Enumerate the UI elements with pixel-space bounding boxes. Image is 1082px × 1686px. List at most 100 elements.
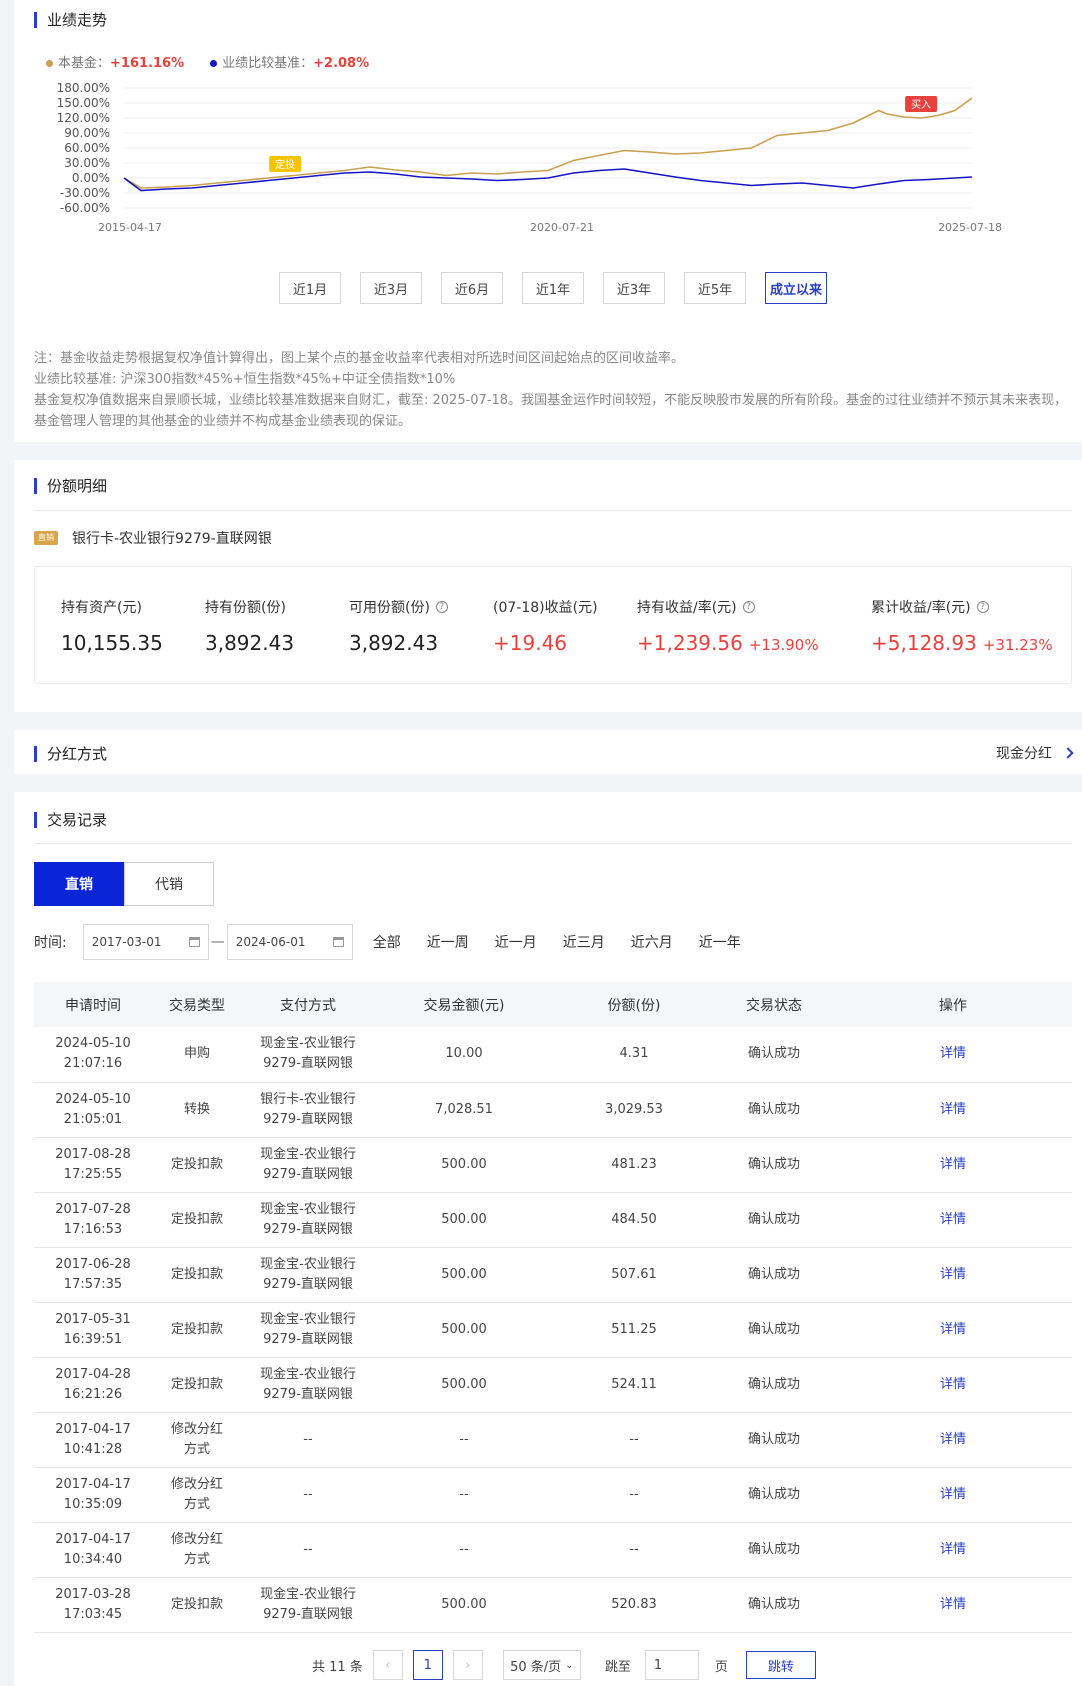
annotation-label: 买入 <box>911 99 931 111</box>
range-3m-button[interactable]: 近3月 <box>360 272 422 304</box>
bank-tag-icon: 直销 <box>34 531 58 545</box>
detail-link[interactable]: 详情 <box>834 1302 1072 1357</box>
table-cell: 定投扣款 <box>170 1156 223 1172</box>
quick-range-month[interactable]: 近一月 <box>495 932 537 952</box>
range-3y-button[interactable]: 近3年 <box>603 272 665 304</box>
table-cell: 2017-04-17 10:35:09 <box>55 1476 131 1512</box>
transactions-card: 交易记录 直销 代销 时间: 2017-03-01 — 2024-06-01 全… <box>14 792 1082 1686</box>
range-1y-button[interactable]: 近1年 <box>522 272 584 304</box>
detail-link[interactable]: 详情 <box>834 1412 1072 1467</box>
detail-link[interactable]: 详情 <box>834 1192 1072 1247</box>
range-all-button[interactable]: 成立以来 <box>765 272 827 304</box>
page-1-button[interactable]: 1 <box>412 1650 443 1680</box>
detail-link[interactable]: 详情 <box>834 1577 1072 1632</box>
table-cell: -- <box>459 1541 469 1557</box>
table-cell: 2017-03-28 17:03:45 <box>55 1586 131 1622</box>
table-cell: 修改分红 方式 <box>170 1476 223 1512</box>
tab-agency[interactable]: 代销 <box>124 862 214 906</box>
stat-shares: 持有份额(份) 3,892.43 <box>205 600 295 655</box>
table-cell: 2017-05-31 16:39:51 <box>55 1311 131 1347</box>
chevron-down-icon: ⌄ <box>565 1659 574 1671</box>
table-row: 2017-04-28 16:21:26 定投扣款 现金宝-农业银行 9279-直联网… <box>34 1357 1072 1412</box>
holding-stats: 持有资产(元) 10,155.35 持有份额(份) 3,892.43 可用份额(… <box>34 566 1072 684</box>
quick-range-3m[interactable]: 近三月 <box>563 932 605 952</box>
table-cell: -- <box>629 1541 639 1557</box>
table-cell: 507.61 <box>611 1266 657 1282</box>
quick-range-year[interactable]: 近一年 <box>699 932 741 952</box>
detail-link[interactable]: 详情 <box>834 1137 1072 1192</box>
dividend-title: 分红方式 <box>34 743 107 764</box>
detail-link[interactable]: 详情 <box>834 1522 1072 1577</box>
table-cell: 500.00 <box>441 1321 487 1337</box>
next-page-button[interactable]: › <box>452 1650 483 1680</box>
table-cell: 500.00 <box>441 1211 487 1227</box>
y-tick-label: 90.00% <box>64 126 110 140</box>
y-tick-label: 30.00% <box>64 156 110 170</box>
table-cell: 500.00 <box>441 1376 487 1392</box>
table-cell: 定投扣款 <box>170 1211 223 1227</box>
table-cell: -- <box>459 1431 469 1447</box>
table-cell: 现金宝-农业银行 9279-直联网银 <box>260 1036 356 1072</box>
dividend-method[interactable]: 现金分红 <box>996 743 1074 763</box>
detail-link[interactable]: 详情 <box>834 1467 1072 1522</box>
table-cell: 确认成功 <box>747 1266 800 1282</box>
legend-benchmark[interactable]: 业绩比较基准：+2.08% <box>210 52 369 71</box>
table-cell: 银行卡-农业银行 9279-直联网银 <box>260 1091 356 1127</box>
help-icon[interactable]: ? <box>976 601 989 613</box>
jump-page-input[interactable]: 1 <box>644 1650 699 1680</box>
performance-chart[interactable]: 180.00%150.00%120.00%90.00%60.00%30.00%0… <box>14 80 1082 260</box>
chart-notes: 注：基金收益走势根据复权净值计算得出，图上某个点的基金收益率代表相对所选时间区间… <box>34 351 1068 429</box>
legend-fund[interactable]: 本基金：+161.16% <box>46 52 184 71</box>
table-row: 2024-05-10 21:05:01 转换 银行卡-农业银行 9279-直联网银 7… <box>34 1082 1072 1137</box>
help-icon[interactable]: ? <box>435 601 448 613</box>
performance-title: 业绩走势 <box>34 9 107 30</box>
dividend-card[interactable]: 分红方式 现金分红 <box>14 730 1082 774</box>
tab-direct[interactable]: 直销 <box>34 862 124 906</box>
quick-range-week[interactable]: 近一周 <box>427 932 469 952</box>
time-filter: 时间: 2017-03-01 — 2024-06-01 全部 近一周 近一月 近… <box>34 924 741 960</box>
detail-link[interactable]: 详情 <box>834 1357 1072 1412</box>
detail-link[interactable]: 详情 <box>834 1247 1072 1302</box>
table-row: 2024-05-10 21:07:16 申购 现金宝-农业银行 9279-直联网银 1… <box>34 1027 1072 1082</box>
table-cell: 500.00 <box>441 1266 487 1282</box>
table-cell: 确认成功 <box>747 1376 800 1392</box>
table-row: 2017-04-17 10:35:09 修改分红 方式 -- -- -- 确认成功 详情 <box>34 1467 1072 1522</box>
quick-range-6m[interactable]: 近六月 <box>631 932 673 952</box>
range-5y-button[interactable]: 近5年 <box>684 272 746 304</box>
date-to-input[interactable]: 2024-06-01 <box>226 924 353 960</box>
table-row: 2017-08-28 17:25:55 定投扣款 现金宝-农业银行 9279-直联网… <box>34 1137 1072 1192</box>
table-cell: 2017-08-28 17:25:55 <box>55 1146 131 1182</box>
quick-range-all[interactable]: 全部 <box>373 932 401 952</box>
stat-available: 可用份额(份)? 3,892.43 <box>349 597 448 655</box>
table-cell: 确认成功 <box>747 1431 800 1447</box>
range-1m-button[interactable]: 近1月 <box>279 272 341 304</box>
jump-button[interactable]: 跳转 <box>745 1651 816 1679</box>
help-icon[interactable]: ? <box>742 601 755 613</box>
table-cell: 2017-06-28 17:57:35 <box>55 1256 131 1292</box>
table-row: 2017-03-28 17:03:45 定投扣款 现金宝-农业银行 9279-直联网… <box>34 1577 1072 1632</box>
date-from-input[interactable]: 2017-03-01 <box>82 924 209 960</box>
table-cell: 确认成功 <box>747 1101 800 1117</box>
table-row: 2017-04-17 10:34:40 修改分红 方式 -- -- -- 确认成功 详情 <box>34 1522 1072 1577</box>
table-cell: 484.50 <box>611 1211 657 1227</box>
y-tick-label: 0.00% <box>72 171 110 185</box>
bank-account: 直销 银行卡-农业银行9279-直联网银 <box>34 528 272 548</box>
chevron-right-icon <box>1062 747 1074 759</box>
transactions-title: 交易记录 <box>34 809 107 830</box>
range-6m-button[interactable]: 近6月 <box>441 272 503 304</box>
y-tick-label: 120.00% <box>57 111 110 125</box>
table-cell: 524.11 <box>611 1376 657 1392</box>
page-size-select[interactable]: 50 条/页 ⌄ <box>502 1650 581 1680</box>
table-cell: 定投扣款 <box>170 1376 223 1392</box>
table-cell: 2024-05-10 21:07:16 <box>55 1036 131 1072</box>
table-cell: 确认成功 <box>747 1321 800 1337</box>
table-cell: 2017-07-28 17:16:53 <box>55 1201 131 1237</box>
chart-legend: 本基金：+161.16% 业绩比较基准：+2.08% <box>46 52 369 71</box>
detail-link[interactable]: 详情 <box>834 1027 1072 1082</box>
y-tick-label: 150.00% <box>57 96 110 110</box>
table-cell: 481.23 <box>611 1156 657 1172</box>
prev-page-button[interactable]: ‹ <box>372 1650 403 1680</box>
table-cell: 确认成功 <box>747 1541 800 1557</box>
table-cell: -- <box>629 1431 639 1447</box>
detail-link[interactable]: 详情 <box>834 1082 1072 1137</box>
